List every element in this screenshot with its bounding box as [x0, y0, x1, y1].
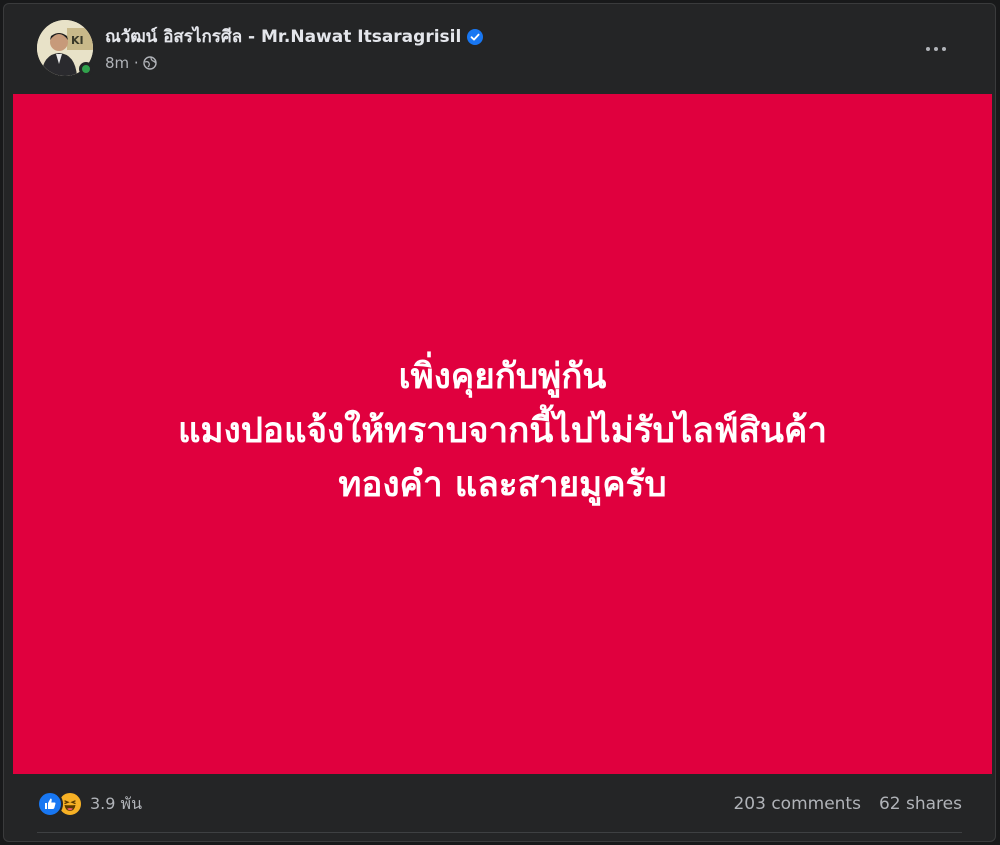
- svg-text:KI: KI: [71, 34, 84, 47]
- more-options-button[interactable]: [918, 31, 954, 67]
- post-timestamp[interactable]: 8m ·: [105, 54, 139, 72]
- post-image-text: เพิ่งคุยกับพู่กัน แมงปอแจ้งให้ทราบจากนี้…: [178, 350, 827, 512]
- comments-count-link[interactable]: 203 comments: [733, 794, 860, 814]
- author-line: ณวัฒน์ อิสรไกรศีล - Mr.Nawat Itsaragrisi…: [105, 23, 484, 50]
- reaction-count: 3.9 พัน: [90, 793, 143, 813]
- author-name[interactable]: ณวัฒน์ อิสรไกรศีล - Mr.Nawat Itsaragrisi…: [105, 23, 461, 50]
- post-footer: 3.9 พัน 203 comments 62 shares: [3, 783, 996, 827]
- verified-badge-icon: [467, 28, 484, 45]
- image-text-line-3: ทองคำ และสายมูครับ: [338, 465, 667, 505]
- post-image[interactable]: เพิ่งคุยกับพู่กัน แมงปอแจ้งให้ทราบจากนี้…: [13, 94, 992, 774]
- engagement-stats: 203 comments 62 shares: [733, 794, 962, 814]
- reactions-summary[interactable]: 3.9 พัน: [37, 791, 142, 817]
- footer-divider: [37, 832, 962, 833]
- post-header: KI ณวัฒน์ อิสรไกรศีล - Mr.Nawat Itsaragr…: [3, 3, 996, 93]
- online-status-indicator: [79, 62, 93, 76]
- image-text-line-1: เพิ่งคุยกับพู่กัน: [398, 357, 607, 397]
- more-options-icon: [926, 47, 930, 51]
- image-text-line-2: แมงปอแจ้งให้ทราบจากนี้ไปไม่รับไลฟ์สินค้า: [178, 411, 827, 451]
- more-options-icon-dot: [934, 47, 938, 51]
- post-meta: 8m ·: [105, 54, 157, 72]
- globe-icon[interactable]: [143, 56, 157, 70]
- like-reaction-icon: [37, 791, 63, 817]
- shares-count-link[interactable]: 62 shares: [879, 794, 962, 814]
- more-options-icon-dot: [942, 47, 946, 51]
- post-card: KI ณวัฒน์ อิสรไกรศีล - Mr.Nawat Itsaragr…: [3, 3, 996, 842]
